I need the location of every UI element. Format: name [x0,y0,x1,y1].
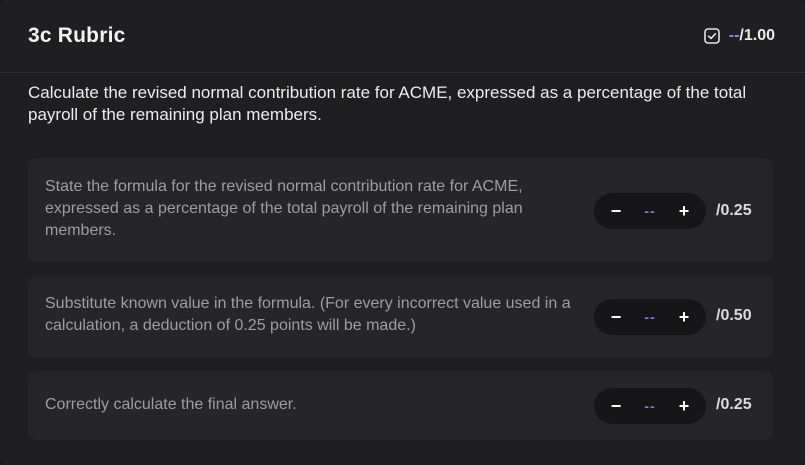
criterion-card: Correctly calculate the final answer. − … [28,371,773,440]
check-square-icon[interactable] [703,28,720,44]
score-stepper[interactable]: − -- + [594,388,706,424]
total-score-value: -- [728,27,740,44]
increment-button[interactable]: + [674,201,694,222]
criterion-text: Substitute known value in the formula. (… [45,295,571,334]
score-value[interactable]: -- [644,309,655,325]
criterion-card: State the formula for the revised normal… [28,158,773,262]
score-stepper[interactable]: − -- + [594,299,706,335]
criterion-max: /0.25 [716,202,752,219]
criterion-max: /0.50 [716,307,752,324]
question-text: Calculate the revised normal contributio… [28,83,747,124]
score-value[interactable]: -- [644,398,655,414]
rubric-title: 3c Rubric [28,24,126,47]
increment-button[interactable]: + [674,396,694,417]
criterion-text: Correctly calculate the final answer. [45,396,297,413]
rubric-header: 3c Rubric --/1.00 [28,0,775,72]
decrement-button[interactable]: − [606,201,626,222]
criterion-max: /0.25 [716,396,752,413]
criterion-text: State the formula for the revised normal… [45,178,523,239]
decrement-button[interactable]: − [606,396,626,417]
header-divider [0,72,805,73]
score-value[interactable]: -- [644,203,655,219]
increment-button[interactable]: + [674,307,694,328]
total-score-max: /1.00 [739,27,775,44]
criterion-card: Substitute known value in the formula. (… [28,276,773,358]
total-score: --/1.00 [703,27,775,45]
score-stepper[interactable]: − -- + [594,193,706,229]
decrement-button[interactable]: − [606,307,626,328]
rubric-panel: 3c Rubric --/1.00 Calculate the revised … [0,0,805,465]
